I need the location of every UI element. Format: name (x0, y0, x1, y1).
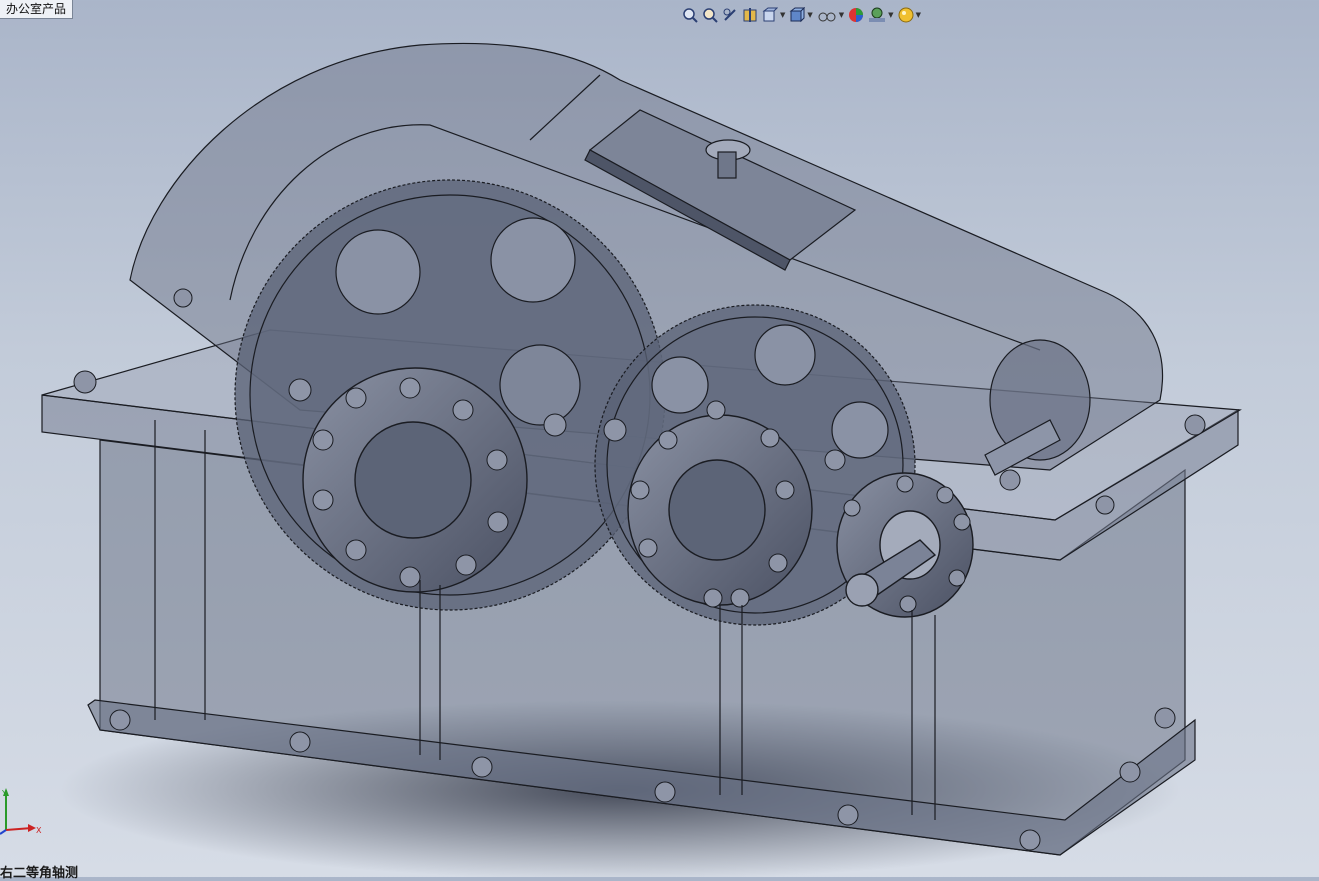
triad-y-label: Y (1, 789, 7, 798)
large-flange[interactable] (302, 367, 528, 593)
view-orientation-button[interactable]: ▼ (762, 5, 785, 25)
apply-scene-button[interactable]: ▼ (868, 5, 894, 25)
triad-x-label: X (36, 826, 42, 835)
section-view-icon (743, 8, 757, 22)
previous-view-icon (723, 8, 736, 21)
zoom-to-fit-button[interactable] (682, 5, 698, 25)
model-viewport[interactable] (0, 0, 1319, 877)
view-settings-icon (898, 7, 914, 23)
display-style-button[interactable]: ▼ (789, 5, 813, 25)
hide-show-items-button[interactable]: ▼ (817, 5, 844, 25)
view-settings-button[interactable]: ▼ (898, 5, 921, 25)
zoom-to-area-button[interactable] (702, 5, 718, 25)
previous-view-button[interactable] (722, 5, 738, 25)
hide-show-items-icon (818, 12, 836, 22)
view-orientation-icon (762, 7, 778, 22)
display-style-icon (789, 7, 806, 23)
edit-appearance-button[interactable] (848, 5, 864, 25)
edit-appearance-icon (849, 8, 864, 22)
zoom-to-fit-icon (683, 8, 698, 23)
document-tab[interactable]: 办公室产品 (0, 0, 74, 19)
coordinate-triad: Y X (0, 788, 42, 835)
section-view-button[interactable] (742, 5, 758, 25)
view-orientation-label: 右二等角轴测 (0, 866, 79, 881)
medium-flange[interactable] (627, 414, 813, 606)
heads-up-view-toolbar: ▼ ▼ ▼ ▼ ▼ (682, 4, 921, 26)
zoom-to-area-icon (703, 8, 718, 23)
apply-scene-icon (869, 7, 886, 22)
